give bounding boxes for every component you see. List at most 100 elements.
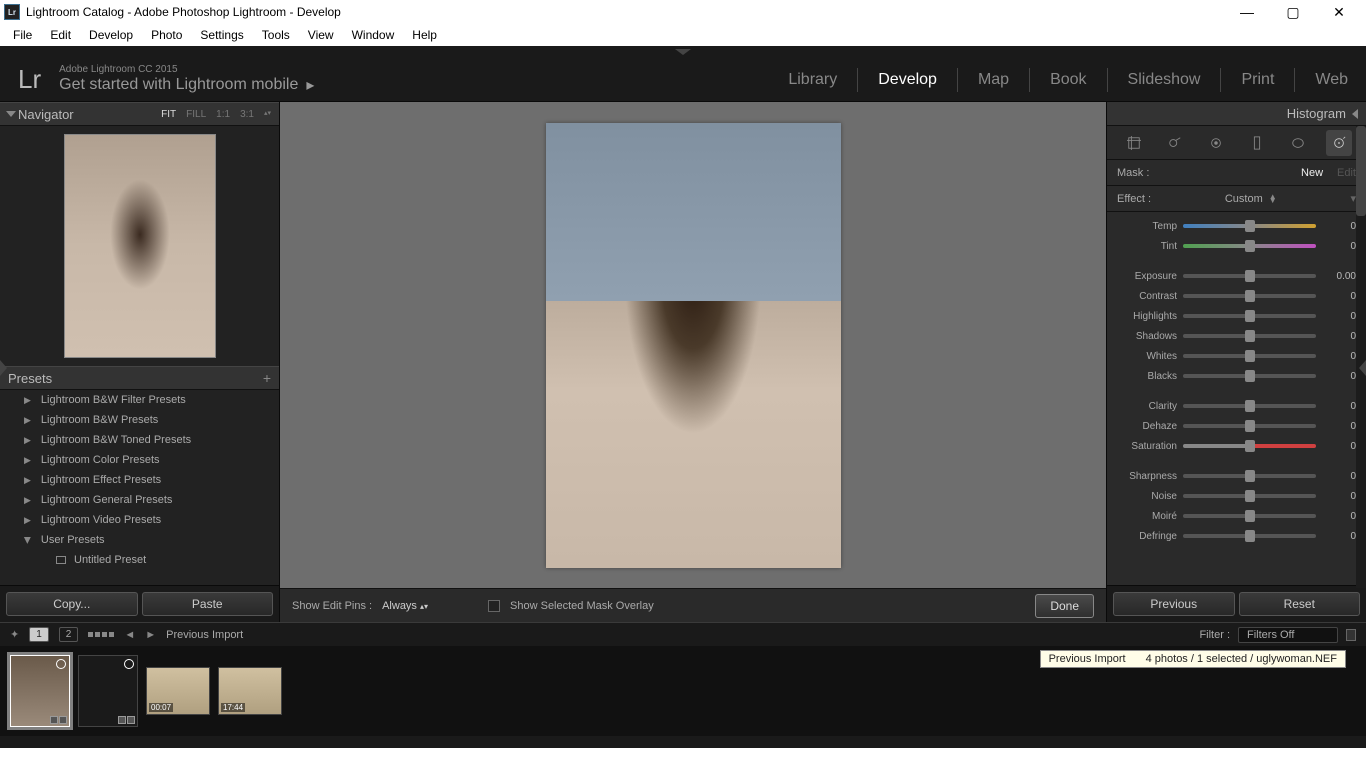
slider-sharpness[interactable]: Sharpness0 [1117,466,1356,486]
preset-folder[interactable]: ▶Lightroom Video Presets [0,510,279,530]
radial-icon[interactable] [1285,130,1311,156]
badge-icon [50,716,58,724]
app-icon: Lr [4,4,20,20]
gradient-icon[interactable] [1244,130,1270,156]
menubar: FileEditDevelopPhotoSettingsToolsViewWin… [0,24,1366,46]
scrollbar[interactable] [1356,126,1366,588]
right-panel-toggle[interactable] [1359,360,1366,376]
preset-folder[interactable]: ▶Lightroom Color Presets [0,450,279,470]
slider-shadows[interactable]: Shadows0 [1117,326,1356,346]
preset-folder[interactable]: ▶Lightroom B&W Toned Presets [0,430,279,450]
titlebar: Lr Lightroom Catalog - Adobe Photoshop L… [0,0,1366,24]
right-panel: Histogram Mask : New Edit Effect : Custo… [1106,102,1366,622]
navigator-preview[interactable] [0,126,279,366]
menu-tools[interactable]: Tools [253,24,299,46]
image-viewport[interactable] [280,102,1106,588]
module-book[interactable]: Book [1030,68,1107,92]
paste-button[interactable]: Paste [142,592,274,616]
updown-icon: ▲▼ [1269,195,1277,203]
left-panel-toggle[interactable] [0,360,7,376]
slider-contrast[interactable]: Contrast0 [1117,286,1356,306]
filmstrip-thumb[interactable]: 00:07 [146,667,210,715]
nav-back-icon[interactable]: ◄ [124,629,135,641]
menu-file[interactable]: File [4,24,41,46]
menu-view[interactable]: View [299,24,343,46]
preset-folder[interactable]: ▶Lightroom B&W Presets [0,410,279,430]
close-button[interactable]: ✕ [1316,0,1362,24]
filmstrip-thumb[interactable] [78,655,138,727]
menu-edit[interactable]: Edit [41,24,80,46]
histogram-header[interactable]: Histogram [1107,102,1366,126]
top-panel-toggle[interactable] [0,46,1366,58]
slider-moiré[interactable]: Moiré0 [1117,506,1356,526]
maximize-button[interactable]: ▢ [1270,0,1316,24]
menu-window[interactable]: Window [343,24,404,46]
preset-folder[interactable]: ▶Lightroom B&W Filter Presets [0,390,279,410]
slider-whites[interactable]: Whites0 [1117,346,1356,366]
filmstrip[interactable]: Previous Import 4 photos / 1 selected / … [0,646,1366,736]
source-path[interactable]: Previous Import [166,629,243,641]
mobile-cta[interactable]: Get started with Lightroom mobile ▸ [59,75,314,95]
flag-icon [124,659,134,669]
zoom-stepper-icon[interactable]: ▴▾ [264,109,271,120]
spot-icon[interactable] [1162,130,1188,156]
brush-icon[interactable] [1326,130,1352,156]
slider-defringe[interactable]: Defringe0 [1117,526,1356,546]
redeye-icon[interactable] [1203,130,1229,156]
preset-folder[interactable]: ▶Lightroom Effect Presets [0,470,279,490]
slider-highlights[interactable]: Highlights0 [1117,306,1356,326]
filmstrip-tooltip: Previous Import 4 photos / 1 selected / … [1040,650,1346,668]
module-slideshow[interactable]: Slideshow [1108,68,1222,92]
slider-tint[interactable]: Tint0 [1117,236,1356,256]
minimize-button[interactable]: — [1224,0,1270,24]
preset-folder[interactable]: ▶Lightroom General Presets [0,490,279,510]
screen-1[interactable]: 1 [29,627,49,642]
grid-icon[interactable] [88,632,114,637]
painter-icon[interactable]: ✦ [10,628,19,641]
filmstrip-thumb[interactable]: 17:44 [218,667,282,715]
slider-saturation[interactable]: Saturation0 [1117,436,1356,456]
zoom-fill[interactable]: FILL [186,109,206,120]
slider-dehaze[interactable]: Dehaze0 [1117,416,1356,436]
previous-button[interactable]: Previous [1113,592,1235,616]
crop-icon[interactable] [1121,130,1147,156]
filter-dropdown[interactable]: Filters Off [1238,627,1338,643]
presets-header[interactable]: Presets + [0,366,279,390]
slider-exposure[interactable]: Exposure0.00 [1117,266,1356,286]
nav-fwd-icon[interactable]: ► [145,629,156,641]
module-web[interactable]: Web [1295,68,1348,92]
add-preset-icon[interactable]: + [263,370,271,386]
slider-noise[interactable]: Noise0 [1117,486,1356,506]
filter-lock-icon[interactable] [1346,629,1356,641]
edit-pins-dropdown[interactable]: Always ▴▾ [382,600,428,612]
filmstrip-thumb[interactable] [10,655,70,727]
menu-settings[interactable]: Settings [191,24,252,46]
slider-blacks[interactable]: Blacks0 [1117,366,1356,386]
overlay-checkbox[interactable] [488,600,500,612]
menu-help[interactable]: Help [403,24,446,46]
mask-row: Mask : New Edit [1107,160,1366,186]
menu-develop[interactable]: Develop [80,24,142,46]
reset-button[interactable]: Reset [1239,592,1361,616]
slider-temp[interactable]: Temp0 [1117,216,1356,236]
module-print[interactable]: Print [1221,68,1295,92]
navigator-header[interactable]: Navigator FITFILL1:13:1▴▾ [0,102,279,126]
arrow-icon: ▶ [24,435,31,446]
arrow-icon: ▶ [24,395,31,406]
module-map[interactable]: Map [958,68,1030,92]
menu-photo[interactable]: Photo [142,24,191,46]
module-library[interactable]: Library [768,68,858,92]
done-button[interactable]: Done [1035,594,1094,618]
preset-item[interactable]: Untitled Preset [0,550,279,570]
slider-clarity[interactable]: Clarity0 [1117,396,1356,416]
zoom-3-1[interactable]: 3:1 [240,109,254,120]
zoom-1-1[interactable]: 1:1 [216,109,230,120]
bottom-panel-toggle[interactable] [0,736,1366,748]
module-develop[interactable]: Develop [858,68,958,92]
preset-folder[interactable]: ▶User Presets [0,530,279,550]
effect-row[interactable]: Effect : Custom ▲▼ ▾ [1107,186,1366,212]
copy-button[interactable]: Copy... [6,592,138,616]
mask-new[interactable]: New [1301,167,1323,179]
zoom-fit[interactable]: FIT [161,109,176,120]
screen-2[interactable]: 2 [59,627,79,642]
